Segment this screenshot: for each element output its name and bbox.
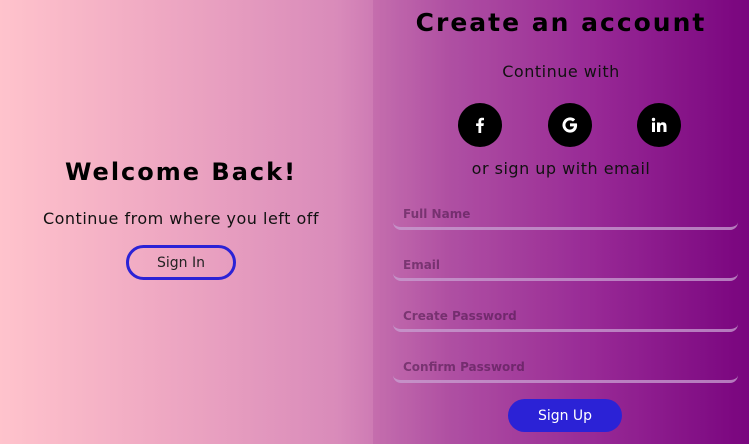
facebook-button[interactable] (458, 103, 502, 147)
welcome-panel: Welcome Back! Continue from where you le… (0, 0, 373, 444)
create-account-title: Create an account (415, 8, 707, 37)
google-icon (562, 117, 578, 133)
sign-up-button[interactable]: Sign Up (508, 399, 622, 432)
welcome-subtitle: Continue from where you left off (42, 209, 320, 228)
email-input[interactable] (393, 251, 738, 281)
linkedin-button[interactable] (637, 103, 681, 147)
linkedin-icon (651, 117, 667, 132)
continue-with-label: Continue with (502, 62, 620, 81)
full-name-input[interactable] (393, 200, 738, 230)
signup-panel: Create an account Continue with or sign … (373, 0, 749, 444)
welcome-title: Welcome Back! (64, 158, 298, 186)
confirm-password-input[interactable] (393, 353, 738, 383)
create-password-input[interactable] (393, 302, 738, 332)
google-button[interactable] (548, 103, 592, 147)
or-signup-email-label: or sign up with email (471, 159, 651, 178)
sign-in-button[interactable]: Sign In (126, 245, 236, 280)
facebook-icon (476, 117, 484, 133)
